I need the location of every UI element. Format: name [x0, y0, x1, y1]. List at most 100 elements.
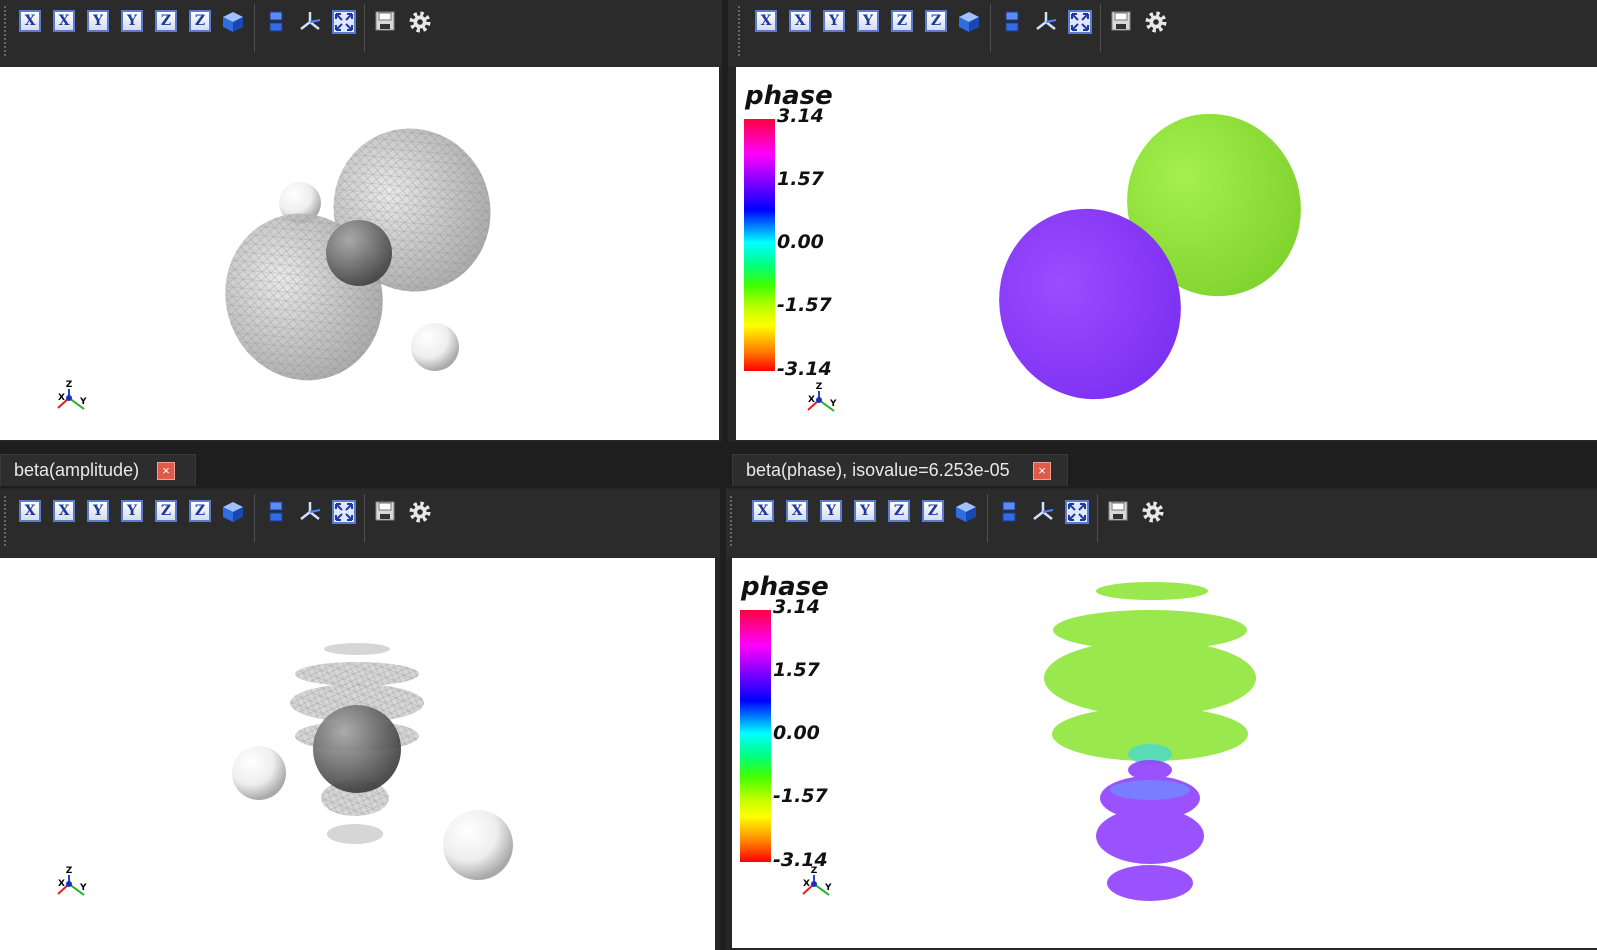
toolbar-separator	[364, 4, 365, 52]
document-tab-strip: beta(phase), isovalue=6.253e-05 ×	[726, 448, 1597, 488]
save-image-button[interactable]	[374, 500, 396, 522]
cube-icon	[223, 502, 243, 522]
triad-x-label: X	[803, 879, 810, 889]
projection-icon	[1005, 11, 1019, 32]
view-y-plus-button[interactable]: Y	[820, 500, 842, 522]
view-y-plus-button[interactable]: Y	[87, 500, 109, 522]
amplitude-isosurface	[225, 128, 491, 381]
fit-view-button[interactable]	[1068, 10, 1092, 34]
view-x-plus-button[interactable]: X	[19, 10, 41, 32]
view-z-plus-button[interactable]: Z	[891, 10, 913, 32]
view-x-minus-button[interactable]: X	[786, 500, 808, 522]
pane-bottom-left: beta(amplitude) × X X Y Y Z Z Z X Y	[0, 448, 720, 950]
axes-triad: Z X Y	[802, 380, 842, 420]
view-y-plus-button[interactable]: Y	[823, 10, 845, 32]
settings-button[interactable]	[408, 10, 431, 33]
cube-icon	[956, 502, 976, 522]
save-icon	[375, 11, 395, 31]
projection-icon	[269, 501, 283, 522]
toolbar-separator	[1100, 4, 1101, 52]
close-icon[interactable]: ×	[157, 462, 175, 480]
save-icon	[1111, 11, 1131, 31]
phase-isosurface	[1044, 582, 1256, 901]
fit-view-button[interactable]	[332, 10, 356, 34]
view-z-plus-button[interactable]: Z	[155, 10, 177, 32]
settings-button[interactable]	[1144, 10, 1167, 33]
tab-beta-phase[interactable]: beta(phase), isovalue=6.253e-05 ×	[732, 454, 1068, 486]
viewer-toolbar: X X Y Y Z Z	[728, 0, 1597, 67]
atom-sphere	[411, 323, 459, 371]
view-x-plus-button[interactable]: X	[752, 500, 774, 522]
tab-label: beta(phase), isovalue=6.253e-05	[746, 460, 1010, 480]
fit-view-button[interactable]	[332, 500, 356, 524]
axes-triad: Z X Y	[52, 864, 92, 904]
toolbar-separator	[364, 494, 365, 542]
toolbar-grip[interactable]	[738, 6, 740, 56]
gear-icon	[1145, 11, 1167, 33]
settings-button[interactable]	[408, 500, 431, 523]
view-isometric-button[interactable]	[957, 10, 979, 32]
settings-button[interactable]	[1141, 500, 1164, 523]
parallel-projection-button[interactable]	[265, 500, 287, 522]
view-z-minus-button[interactable]: Z	[189, 500, 211, 522]
triad-z-label: Z	[66, 866, 73, 876]
view-x-minus-button[interactable]: X	[53, 10, 75, 32]
gear-icon	[409, 501, 431, 523]
view-y-minus-button[interactable]: Y	[121, 10, 143, 32]
viewport-3d[interactable]: phase 3.14 1.57 0.00 -1.57 -3.14 Z X Y	[736, 67, 1597, 440]
fit-view-icon	[332, 10, 356, 34]
parallel-projection-button[interactable]	[265, 10, 287, 32]
viewport-3d[interactable]: Z X Y	[0, 558, 715, 950]
view-y-plus-button[interactable]: Y	[87, 10, 109, 32]
fit-view-button[interactable]	[1065, 500, 1089, 524]
projection-icon	[269, 11, 283, 32]
view-y-minus-button[interactable]: Y	[121, 500, 143, 522]
view-x-minus-button[interactable]: X	[789, 10, 811, 32]
fit-view-icon	[332, 500, 356, 524]
gear-icon	[409, 11, 431, 33]
view-z-minus-button[interactable]: Z	[925, 10, 947, 32]
viewport-3d[interactable]: Z X Y	[0, 67, 719, 440]
view-x-minus-button[interactable]: X	[53, 500, 75, 522]
triad-x-label: X	[58, 393, 65, 403]
triad-y-label: Y	[829, 399, 837, 409]
view-z-minus-button[interactable]: Z	[922, 500, 944, 522]
toggle-axes-button[interactable]	[1031, 500, 1054, 522]
viewer-toolbar: X X Y Y Z Z	[0, 490, 720, 557]
save-image-button[interactable]	[374, 10, 396, 32]
viewport-3d[interactable]: phase 3.14 1.57 0.00 -1.57 -3.14 Z X Y	[732, 558, 1597, 948]
save-image-button[interactable]	[1110, 10, 1132, 32]
view-z-plus-button[interactable]: Z	[155, 500, 177, 522]
view-x-plus-button[interactable]: X	[755, 10, 777, 32]
viewer-toolbar: X X Y Y Z Z	[0, 0, 722, 67]
toolbar-grip[interactable]	[4, 6, 6, 56]
tab-beta-amplitude[interactable]: beta(amplitude) ×	[0, 454, 196, 486]
view-z-minus-button[interactable]: Z	[189, 10, 211, 32]
toolbar-grip[interactable]	[4, 496, 6, 546]
triad-y-label: Y	[824, 883, 832, 893]
toolbar-grip[interactable]	[730, 496, 732, 546]
axes-triad: Z X Y	[797, 864, 837, 904]
view-isometric-button[interactable]	[221, 10, 243, 32]
toggle-axes-button[interactable]	[1034, 10, 1057, 32]
save-image-button[interactable]	[1107, 500, 1129, 522]
atom-sphere	[443, 810, 513, 880]
close-icon[interactable]: ×	[1033, 462, 1051, 480]
amplitude-isosurface	[232, 643, 513, 880]
toolbar-separator	[990, 4, 991, 52]
phase-isosurface	[999, 113, 1301, 400]
axes-icon	[1036, 12, 1057, 30]
triad-x-label: X	[808, 395, 815, 405]
toggle-axes-button[interactable]	[298, 10, 321, 32]
view-isometric-button[interactable]	[221, 500, 243, 522]
triad-y-label: Y	[79, 883, 87, 893]
view-isometric-button[interactable]	[954, 500, 976, 522]
view-z-plus-button[interactable]: Z	[888, 500, 910, 522]
view-y-minus-button[interactable]: Y	[857, 10, 879, 32]
triad-z-label: Z	[66, 380, 73, 390]
view-y-minus-button[interactable]: Y	[854, 500, 876, 522]
parallel-projection-button[interactable]	[1001, 10, 1023, 32]
parallel-projection-button[interactable]	[998, 500, 1020, 522]
toggle-axes-button[interactable]	[298, 500, 321, 522]
view-x-plus-button[interactable]: X	[19, 500, 41, 522]
